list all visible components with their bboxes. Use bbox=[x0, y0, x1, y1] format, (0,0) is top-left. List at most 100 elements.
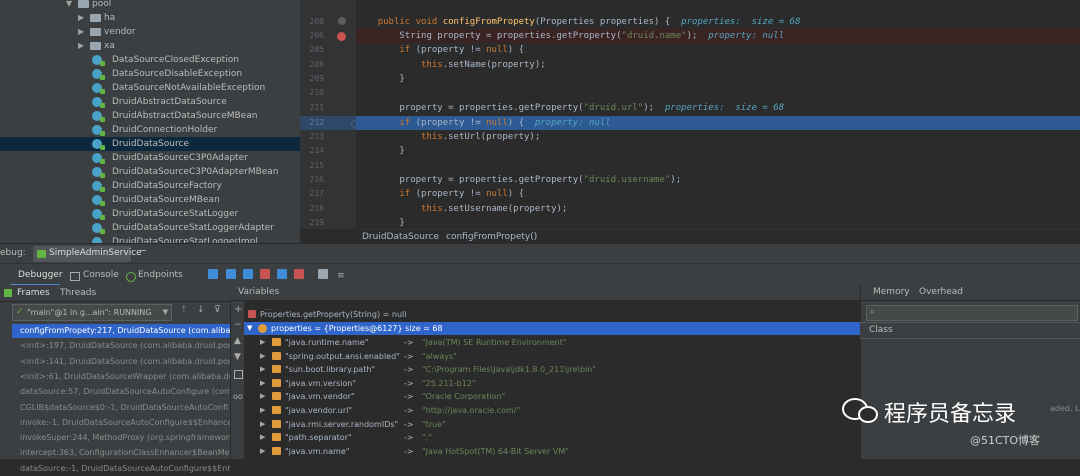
code-editor[interactable]: public void configFromPropety(Properties… bbox=[356, 0, 1080, 229]
up-arrow-icon[interactable]: ↑ bbox=[180, 305, 188, 315]
frame-item[interactable]: <init>:197, DruidDataSource (com.alibaba… bbox=[12, 339, 230, 353]
tree-class-item[interactable]: DruidAbstractDataSourceMBean bbox=[0, 109, 300, 123]
tree-class-item[interactable]: DruidDataSourceStatLogger bbox=[0, 207, 300, 221]
chevron-right-icon[interactable]: ▶ bbox=[260, 336, 265, 349]
column-class[interactable]: Class bbox=[869, 323, 893, 338]
filter-icon[interactable]: ⊽ bbox=[214, 305, 221, 315]
tree-class-item[interactable]: DruidDataSource bbox=[0, 137, 300, 151]
variable-row[interactable]: ▶ "spring.output.ansi.enabled" -> "always" bbox=[244, 350, 860, 363]
chevron-right-icon[interactable]: ▶ bbox=[260, 445, 265, 458]
drop-frame-icon[interactable] bbox=[294, 269, 304, 279]
variables-tree[interactable]: … Properties.getProperty(String) = null … bbox=[244, 300, 860, 459]
variable-row[interactable]: ▶ "java.vm.vendor" -> "Oracle Corporation" bbox=[244, 390, 860, 403]
variable-row[interactable]: ▶ "java.vendor.url" -> "http://java.oracle.… bbox=[244, 404, 860, 417]
chevron-right-icon[interactable]: ▶ bbox=[260, 404, 265, 417]
breakpoint-gutter-marker[interactable] bbox=[338, 17, 346, 25]
expand-arrow-icon[interactable]: ▼ bbox=[247, 322, 252, 335]
code-line[interactable]: public void configFromPropety(Properties… bbox=[356, 15, 1080, 29]
tree-class-item[interactable]: DruidDataSourceFactory bbox=[0, 179, 300, 193]
chevron-right-icon[interactable]: ▶ bbox=[78, 25, 84, 39]
tree-class-item[interactable]: DataSourceDisableException bbox=[0, 67, 300, 81]
code-line[interactable]: property = properties.getProperty("druid… bbox=[356, 173, 1080, 187]
breakpoint-icon[interactable] bbox=[337, 32, 346, 41]
breadcrumb-class[interactable]: DruidDataSource bbox=[362, 230, 439, 244]
chevron-right-icon[interactable]: ▶ bbox=[78, 39, 84, 53]
code-line-current[interactable]: if (property != null) { property: null bbox=[356, 116, 1080, 130]
code-line[interactable]: } bbox=[356, 216, 1080, 229]
show-execution-point-icon[interactable] bbox=[208, 269, 218, 279]
copy-icon[interactable] bbox=[234, 370, 243, 379]
code-line[interactable]: this.setUsername(property); bbox=[356, 202, 1080, 216]
frame-item[interactable]: invokeSuper:244, MethodProxy (org.spring… bbox=[12, 431, 230, 445]
tree-class-item[interactable]: DruidDataSourceStatLoggerImpl bbox=[0, 235, 300, 243]
debug-config-tab[interactable]: SimpleAdminService bbox=[33, 246, 142, 262]
tree-folder[interactable]: ▶ xa bbox=[0, 39, 300, 53]
frame-item[interactable]: intercept:363, ConfigurationClassEnhance… bbox=[12, 446, 230, 460]
tree-class-item[interactable]: DruidAbstractDataSource bbox=[0, 95, 300, 109]
chevron-right-icon[interactable]: ▶ bbox=[260, 431, 265, 444]
tab-threads[interactable]: Threads bbox=[60, 285, 96, 301]
chevron-right-icon[interactable]: ▶ bbox=[260, 363, 265, 376]
frame-item[interactable]: <init>:61, DruidDataSourceWrapper (com.a… bbox=[12, 370, 230, 384]
tab-console[interactable]: Console bbox=[83, 268, 119, 282]
tree-class-item[interactable]: DataSourceClosedException bbox=[0, 53, 300, 67]
down-arrow-icon[interactable]: ↓ bbox=[197, 305, 205, 315]
frame-item[interactable]: dataSource:-1, DruidDataSourceAutoConfig… bbox=[12, 462, 230, 476]
variable-row[interactable]: ▶ "java.vm.name" -> "Java HotSpot(TM) 64-Bi… bbox=[244, 445, 860, 458]
tree-class-item[interactable]: DruidDataSourceC3P0AdapterMBean bbox=[0, 165, 300, 179]
chevron-down-icon[interactable]: ▼ bbox=[66, 0, 72, 11]
tab-overhead[interactable]: Overhead bbox=[919, 285, 963, 300]
variable-row[interactable]: ▶ "java.runtime.name" -> "Java(TM) SE Runti… bbox=[244, 336, 860, 349]
code-line[interactable]: } bbox=[356, 72, 1080, 86]
code-line[interactable]: this.setName(property); bbox=[356, 58, 1080, 72]
tree-class-item[interactable]: DruidDataSourceC3P0Adapter bbox=[0, 151, 300, 165]
frame-item[interactable]: CGLIB$dataSource$0:-1, DruidDataSourceAu… bbox=[12, 401, 230, 415]
code-line[interactable]: if (property != null) { bbox=[356, 187, 1080, 201]
breadcrumb-method[interactable]: configFromPropety() bbox=[446, 230, 537, 244]
variable-row[interactable]: ▶ "sun.boot.library.path" -> "C:\Program Fi… bbox=[244, 363, 860, 376]
tab-frames[interactable]: Frames bbox=[17, 285, 50, 301]
code-line-breakpoint[interactable]: String property = properties.getProperty… bbox=[356, 29, 1080, 43]
frame-item[interactable]: dataSource:57, DruidDataSourceAutoConfig… bbox=[12, 385, 230, 399]
chevron-right-icon[interactable]: ▶ bbox=[78, 11, 84, 25]
watches-toggle-icon[interactable]: oo bbox=[233, 392, 243, 401]
code-line[interactable]: this.setUrl(property); bbox=[356, 130, 1080, 144]
chevron-right-icon[interactable]: ▶ bbox=[260, 390, 265, 403]
frame-item-selected[interactable]: configFromPropety:217, DruidDataSource (… bbox=[12, 324, 230, 338]
code-line[interactable]: } bbox=[356, 144, 1080, 158]
code-line[interactable]: property = properties.getProperty("druid… bbox=[356, 101, 1080, 115]
chevron-right-icon[interactable]: ▶ bbox=[260, 350, 265, 363]
variable-row[interactable]: ▶ "java.vm.version" -> "25.211-b12" bbox=[244, 377, 860, 390]
tree-class-item[interactable]: DruidDataSourceStatLoggerAdapter bbox=[0, 221, 300, 235]
variable-row[interactable]: ▶ "java.rmi.server.randomIDs" -> "true" bbox=[244, 418, 860, 431]
thread-select[interactable]: ✓ "main"@1 in g...ain": RUNNING ▼ bbox=[12, 304, 172, 321]
tab-memory[interactable]: Memory bbox=[873, 285, 910, 300]
tree-class-item[interactable]: DruidDataSourceMBean bbox=[0, 193, 300, 207]
evaluate-expression-icon[interactable] bbox=[318, 269, 328, 279]
step-over-icon[interactable] bbox=[226, 269, 236, 279]
chevron-right-icon[interactable]: ▶ bbox=[260, 418, 265, 431]
tree-folder[interactable]: ▶ vendor bbox=[0, 25, 300, 39]
watch-up-icon[interactable]: ▲ bbox=[234, 336, 241, 346]
method-return-row[interactable]: Properties.getProperty(String) = null bbox=[244, 308, 860, 321]
tree-folder[interactable]: ▶ ha bbox=[0, 11, 300, 25]
memory-search-input[interactable]: ⌕ bbox=[866, 305, 1078, 321]
remove-watch-icon[interactable]: − bbox=[234, 320, 242, 330]
force-step-into-icon[interactable] bbox=[260, 269, 270, 279]
tree-class-item[interactable]: DataSourceNotAvailableException bbox=[0, 81, 300, 95]
tab-endpoints[interactable]: Endpoints bbox=[138, 268, 183, 282]
new-watch-icon[interactable]: + bbox=[234, 304, 242, 315]
tab-variables[interactable]: Variables bbox=[238, 285, 279, 300]
variable-row-selected[interactable]: ▼ properties = {Properties@6127} size = … bbox=[244, 322, 860, 335]
code-line[interactable]: if (property != null) { bbox=[356, 43, 1080, 57]
tree-class-item[interactable]: DruidConnectionHolder bbox=[0, 123, 300, 137]
minimize-icon[interactable] bbox=[138, 250, 146, 251]
watch-down-icon[interactable]: ▼ bbox=[234, 352, 241, 362]
tree-folder[interactable]: ▼ pool bbox=[0, 0, 300, 11]
variable-row[interactable]: ▶ "path.separator" -> ";" bbox=[244, 431, 860, 444]
settings-icon[interactable]: ≡ bbox=[337, 271, 345, 281]
frame-item[interactable]: <init>:141, DruidDataSource (com.alibaba… bbox=[12, 355, 230, 369]
step-out-icon[interactable] bbox=[277, 269, 287, 279]
frame-item[interactable]: invoke:-1, DruidDataSourceAutoConfigure$… bbox=[12, 416, 230, 430]
step-into-icon[interactable] bbox=[243, 269, 253, 279]
